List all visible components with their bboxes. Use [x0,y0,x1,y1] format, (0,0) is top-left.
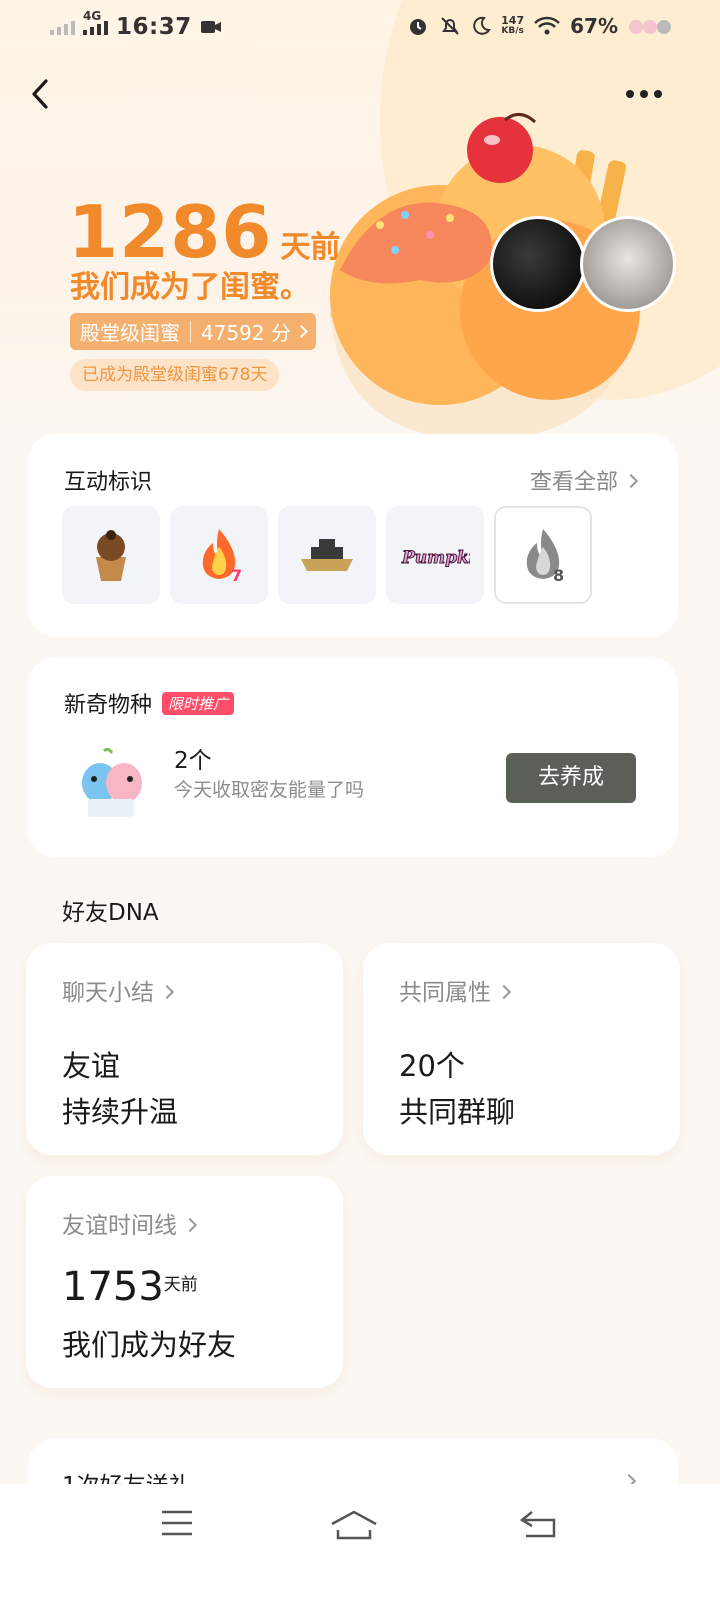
interaction-title: 互动标识 [64,470,153,495]
chevron-right-icon [159,984,175,1000]
common-groups-count: 20个 [399,1049,465,1083]
timeline-days-num: 1753 [62,1264,164,1310]
system-nav-bar [0,1484,720,1600]
level-score-pill[interactable]: 殿堂级闺蜜 47592 分 [70,313,316,350]
chat-summary-label: 聊天小结 [62,980,154,1006]
gray-fire-8-icon: 8 [526,529,564,585]
interaction-badges-card: 互动标识 查看全部 7 Pumpkin 8 [28,434,678,637]
video-call-icon [200,21,221,33]
species-count: 2个 [174,748,212,774]
timeline-days-unit: 天前 [163,1275,198,1295]
badge-ship[interactable] [278,506,376,604]
cupcake-icon [96,530,126,581]
ship-icon [301,539,353,571]
chat-summary-line2: 持续升温 [62,1095,179,1129]
see-all-label: 查看全部 [529,470,618,495]
svg-text:Pumpkin: Pumpkin [401,548,470,568]
chevron-right-icon [295,325,308,338]
menu-icon[interactable] [160,1508,194,1538]
clock: 16:37 [116,14,192,40]
chat-summary-title: 聊天小结 [62,973,175,1007]
signal-icon-sim1 [50,19,75,35]
moon-icon [473,16,491,35]
common-attributes-card[interactable]: 共同属性 20个 共同群聊 [363,943,680,1155]
badge-pumpkin[interactable]: Pumpkin [386,506,484,604]
nurture-button[interactable]: 去养成 [506,753,636,803]
new-species-card: 新奇物种 限时推广 2个 今天收取密友能量了吗 去养成 [28,657,678,857]
back-arrow-icon[interactable] [24,76,60,112]
common-attributes-title: 共同属性 [399,973,512,1007]
badge-fire[interactable]: 7 [170,506,268,604]
pig-emoji-icon [629,20,671,34]
badge-gray-fire[interactable]: 8 [494,506,592,604]
level-label: 殿堂级闺蜜 [80,321,180,345]
score-value: 47592 分 [201,321,291,345]
friend-dna-title: 好友DNA [62,900,159,926]
svg-text:7: 7 [231,566,242,585]
promo-tag: 限时推广 [162,692,235,715]
chevron-right-icon [623,473,639,489]
friend-avatar-1[interactable] [490,216,586,312]
chevron-right-icon [496,984,512,1000]
friend-avatar-2[interactable] [580,216,676,312]
timeline-title: 友谊时间线 [62,1206,198,1240]
home-icon[interactable] [330,1508,378,1542]
fire-7-icon: 7 [202,529,242,585]
since-level-pill: 已成为殿堂级闺蜜678天 [70,359,280,391]
friendship-timeline-card[interactable]: 友谊时间线 1753 天前 我们成为好友 [26,1176,343,1388]
chat-summary-card[interactable]: 聊天小结 友谊 持续升温 [26,943,343,1155]
network-type: 4G [83,9,102,23]
chevron-right-icon [182,1217,198,1233]
more-options-icon[interactable] [626,84,670,104]
chat-summary-line1: 友谊 [62,1049,121,1083]
badge-cupcake[interactable] [62,506,160,604]
battery-level: 67% [570,14,618,38]
timeline-days: 1753 天前 [62,1264,198,1310]
pumpkin-text-icon: Pumpkin [401,548,471,569]
species-title-label: 新奇物种 [64,693,153,718]
net-speed: 147 KB/s [501,14,525,36]
common-groups-label: 共同群聊 [399,1095,516,1129]
svg-text:8: 8 [553,566,564,585]
see-all-link[interactable]: 查看全部 [529,464,639,496]
species-subtitle: 今天收取密友能量了吗 [174,779,365,801]
status-bar: 4G 16:37 147 KB/s 67% [0,0,720,58]
wifi-icon [534,16,561,35]
alarm-icon [410,19,427,35]
mute-bell-icon [441,17,459,35]
twin-creatures-icon [82,747,142,817]
timeline-line2: 我们成为好友 [62,1328,237,1362]
common-attributes-label: 共同属性 [399,980,491,1006]
timeline-label: 友谊时间线 [62,1213,177,1239]
species-title: 新奇物种 限时推广 [64,687,235,719]
became-text: 我们成为了闺蜜。 [70,270,310,305]
back-nav-icon[interactable] [520,1508,556,1540]
